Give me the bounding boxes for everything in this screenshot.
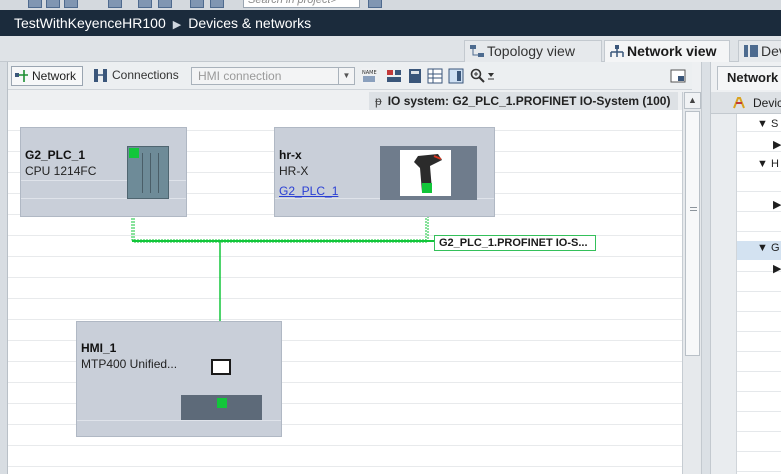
subnet-label[interactable]: G2_PLC_1.PROFINET IO-S... — [434, 235, 596, 251]
network-overview-panel: Network overview Device ▼ S ▶ ▼ H ▶ ▼ G … — [711, 62, 781, 474]
device-type: CPU 1214FC — [25, 164, 97, 178]
device-tree-icon — [733, 97, 745, 109]
tab-label: Device view — [761, 43, 781, 59]
toolbar-icon[interactable] — [210, 0, 224, 8]
tab-device-view[interactable]: Device view — [738, 40, 781, 62]
connections-mode-button[interactable]: Connections — [92, 66, 179, 86]
tab-network-overview[interactable]: Network overview — [717, 66, 781, 90]
expand-icon[interactable]: ▶ — [773, 199, 781, 211]
view-tabs-bar: Topology view Network view Device view — [0, 36, 781, 62]
editor-title-bar: TestWithKeyenceHR100 ▶ Devices & networks — [0, 10, 781, 36]
project-search-input[interactable]: Search in project> — [243, 0, 360, 8]
device-properties-icon[interactable] — [407, 68, 423, 84]
toolbar-icon[interactable] — [28, 0, 42, 8]
search-go-icon[interactable] — [368, 0, 382, 8]
device-type: MTP400 Unified... — [81, 357, 178, 371]
tab-label: Topology view — [487, 43, 575, 59]
tree-row[interactable]: ▶ — [773, 198, 781, 211]
network-canvas[interactable]: G2_PLC_1 CPU 1214FC hr-x HR-X G2_PLC_1 G… — [8, 110, 682, 474]
panel-splitter[interactable] — [701, 62, 711, 474]
device-hr-x[interactable]: hr-x HR-X G2_PLC_1 — [274, 127, 495, 217]
chevron-down-icon: ▼ — [338, 68, 354, 84]
device-name: G2_PLC_1 — [25, 148, 86, 162]
tia-portal-network-view: Search in project> TestWithKeyenceHR100 ▶… — [0, 0, 781, 474]
scanner-status-led-icon — [422, 183, 432, 193]
tree-row-label: H — [770, 158, 779, 170]
tab-topology-view[interactable]: Topology view — [464, 40, 602, 62]
breadcrumb-separator-icon: ▶ — [172, 19, 182, 31]
scroll-thumb[interactable] — [685, 111, 700, 356]
section-name: Devices & networks — [188, 15, 312, 31]
device-icon — [744, 45, 758, 57]
expand-icon[interactable]: ▼ — [757, 118, 768, 130]
connections-icon — [94, 69, 107, 82]
pin-icon[interactable]: ᵽ — [375, 94, 388, 108]
assigned-controller-link[interactable]: G2_PLC_1 — [279, 184, 338, 198]
io-system-banner: ᵽ IO system: G2_PLC_1.PROFINET IO-System … — [369, 92, 678, 110]
device-type: HR-X — [279, 164, 309, 178]
device-name: HMI_1 — [81, 341, 117, 355]
tree-row[interactable]: ▼ H — [757, 158, 779, 170]
tab-label: Network view — [627, 43, 717, 59]
device-name: hr-x — [279, 148, 302, 162]
tree-row-label: G — [770, 242, 780, 254]
column-header-device[interactable]: Device — [753, 96, 781, 110]
connections-label: Connections — [112, 68, 179, 82]
toolbar-icon[interactable] — [64, 0, 78, 8]
plc-status-led-icon — [129, 148, 139, 158]
network-mode-label: Network — [32, 69, 77, 83]
device-hmi[interactable]: HMI_1 MTP400 Unified... — [76, 321, 282, 437]
svg-text:NAME: NAME — [362, 70, 377, 76]
table-view-icon[interactable] — [427, 68, 443, 84]
io-system-label: IO system: G2_PLC_1.PROFINET IO-System (… — [387, 94, 671, 108]
tree-row[interactable]: ▶ — [773, 262, 781, 275]
address-icon[interactable] — [386, 68, 402, 84]
tree-row[interactable]: ▼ G — [757, 242, 780, 254]
tab-network-view[interactable]: Network view — [604, 40, 730, 62]
tree-row[interactable]: ▶ — [773, 138, 781, 151]
toolbar-icon[interactable] — [46, 0, 60, 8]
left-panel-edge[interactable] — [0, 62, 8, 474]
hmi-status-led-icon — [217, 398, 227, 408]
expand-icon[interactable]: ▼ — [757, 158, 768, 170]
toolbar-icon[interactable] — [108, 0, 122, 8]
topology-icon — [470, 45, 484, 57]
toolbar-icon[interactable] — [138, 0, 152, 8]
canvas-vertical-scrollbar[interactable]: ▲ — [682, 92, 701, 474]
zoom-dropdown-icon[interactable] — [486, 68, 496, 84]
toolbar-icon[interactable] — [158, 0, 172, 8]
tree-row-label: S — [770, 118, 779, 130]
network-mode-icon — [15, 70, 28, 82]
tree-row[interactable]: ▼ S — [757, 118, 778, 130]
expand-icon[interactable]: ▼ — [757, 242, 768, 254]
network-editor-toolbar: Network Connections HMI connection ▼ NAM… — [8, 62, 692, 90]
main-toolbar: Search in project> — [0, 0, 781, 10]
show-names-icon[interactable]: NAME — [361, 68, 377, 84]
scroll-up-icon[interactable]: ▲ — [684, 92, 701, 109]
page-layout-icon[interactable] — [448, 68, 464, 84]
overview-table-header: Device — [711, 92, 781, 114]
expand-icon[interactable]: ▶ — [773, 139, 781, 151]
overview-table: Device ▼ S ▶ ▼ H ▶ ▼ G ▶ — [711, 92, 781, 474]
device-plc[interactable]: G2_PLC_1 CPU 1214FC — [20, 127, 187, 217]
toolbar-icon[interactable] — [190, 0, 204, 8]
network-mode-button[interactable]: Network — [11, 66, 83, 86]
hmi-screen-icon — [211, 359, 231, 375]
overview-navigation-icon[interactable] — [670, 68, 686, 84]
expand-icon[interactable]: ▶ — [773, 263, 781, 275]
connection-type-select[interactable]: HMI connection ▼ — [191, 67, 355, 85]
connection-type-value: HMI connection — [198, 69, 282, 83]
zoom-icon[interactable] — [470, 68, 486, 84]
network-icon — [610, 45, 624, 57]
project-name: TestWithKeyenceHR100 — [14, 15, 166, 31]
